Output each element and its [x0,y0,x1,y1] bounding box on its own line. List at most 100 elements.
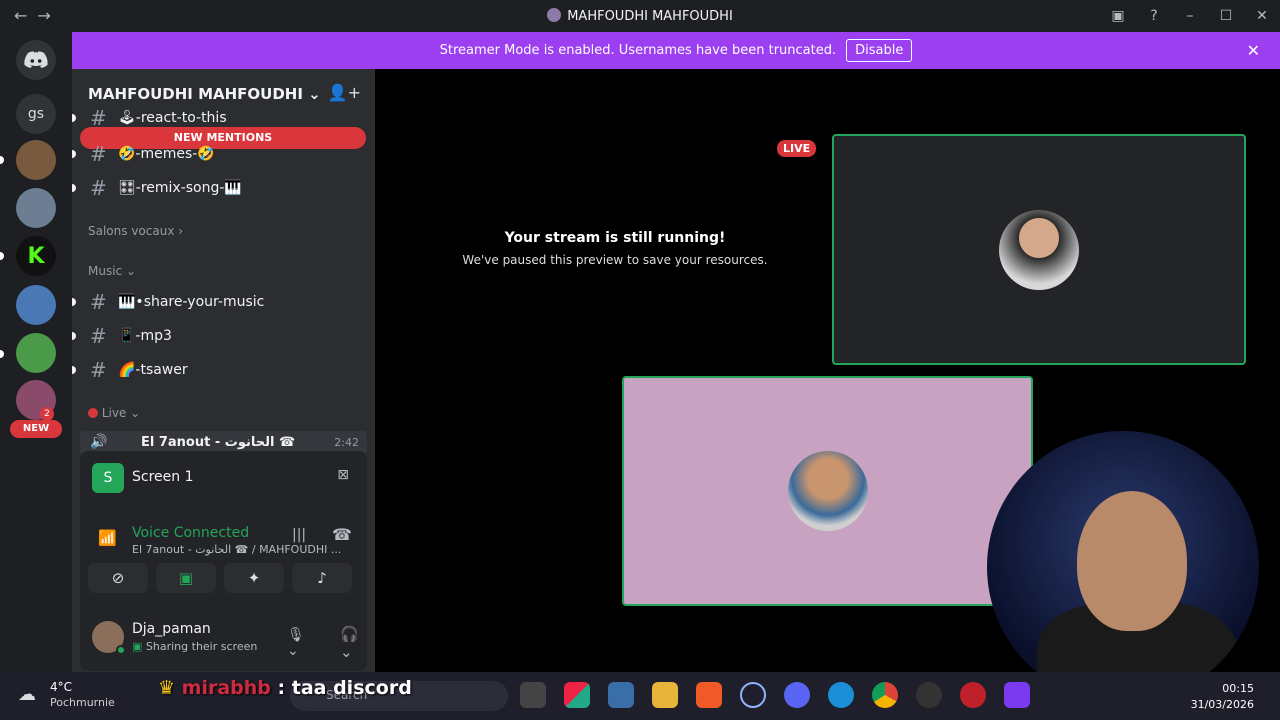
edge-icon[interactable] [828,682,854,708]
minimize-icon[interactable]: – [1172,8,1208,24]
app-red-icon[interactable] [960,682,986,708]
unread-dot [72,114,76,122]
live-badge: LIVE [777,140,817,157]
hash-icon: # [90,324,107,348]
unread-dot [72,150,76,158]
app-icon[interactable] [564,682,590,708]
server-name-header[interactable]: MAHFOUDHI MAHFOUDHI ⌄ [88,85,321,103]
server-kick[interactable]: K [16,236,56,276]
activities-icon: ✦ [247,569,261,587]
bitwarden-icon[interactable] [1004,682,1030,708]
close-window-icon[interactable]: ✕ [1244,8,1280,24]
maximize-icon[interactable]: ☐ [1208,8,1244,24]
unread-dot [72,184,76,192]
live-dot-icon [88,408,98,418]
task-view-icon[interactable] [520,682,546,708]
disconnect-icon[interactable]: ☎ [332,525,352,544]
channel-memes[interactable]: # 🤣-memes-🤣 [72,139,375,169]
server-avatar-3[interactable] [16,285,56,325]
clock[interactable]: 00:15 31/03/2026 [1191,681,1254,713]
screen-icon: ▣ [132,640,143,653]
camera-off-button[interactable]: ⊘ [88,563,148,593]
hash-icon: # [90,107,107,129]
hash-icon: # [90,176,107,200]
unread-pill [0,252,4,260]
store-icon[interactable] [608,682,634,708]
discord-icon[interactable] [784,682,810,708]
category-music[interactable]: Music ⌄ [88,264,136,278]
voice-panel: S Screen 1 ⊠ 📶 Voice Connected El 7anout… [80,451,413,671]
screen-share-button[interactable]: ▣ [156,563,216,593]
category-salons-vocaux[interactable]: Salons vocaux › [88,224,183,238]
chevron-down-icon: ⌄ [130,406,141,420]
channel-tsawer[interactable]: # 🌈-tsawer [72,355,375,385]
help-icon[interactable]: ? [1136,8,1172,24]
category-live[interactable]: Live ⌄ [88,406,140,420]
speaker-icon: 🔊 [90,434,108,450]
avatar [788,451,868,531]
stream-area: LIVE Your stream is still running! We've… [375,69,1280,703]
brave-icon[interactable] [696,682,722,708]
chrome-icon[interactable] [872,682,898,708]
chevron-down-icon: ⌄ [125,264,137,278]
screen-share-row: S Screen 1 ⊠ [80,461,367,495]
server-avatar-1[interactable] [16,140,56,180]
server-pixel[interactable] [16,333,56,373]
camera-off-icon: ⊘ [111,569,125,587]
signal-icon[interactable]: 📶 [98,529,117,547]
new-pill[interactable]: NEW [10,420,62,438]
channel-mp3[interactable]: # 📱-mp3 [72,321,375,351]
headphones-icon[interactable]: 🎧⌄ [340,625,359,661]
unread-pill [0,350,4,358]
unread-dot [72,298,76,306]
screen-share-active-icon: ▣ [178,569,194,587]
webcam-face [1077,491,1187,631]
participant-tile-2[interactable] [622,376,1033,606]
discord-home-icon[interactable] [16,40,56,80]
server-gs[interactable]: gs [16,94,56,134]
webcam-overlay [987,431,1259,703]
streamer-mode-banner: Streamer Mode is enabled. Usernames have… [72,32,1280,69]
microphone-icon[interactable]: 🎙⌄ [287,627,305,659]
channel-sidebar: MAHFOUDHI MAHFOUDHI ⌄ 👤+ # 🕹-react-to-th… [72,69,413,672]
hash-icon: # [90,142,107,166]
window-controls: ▣ ? – ☐ ✕ [1100,0,1280,32]
notification-badge: 2 [40,407,54,421]
taskbar: ☁ 4°C Pochmurnie Search ♛ mirabhb : taa … [0,672,1280,720]
paused-subtitle: We've paused this preview to save your r… [462,253,768,267]
invite-people-icon[interactable]: 👤+ [328,83,361,102]
participant-tile-1[interactable] [832,134,1246,365]
folder-icon[interactable] [652,682,678,708]
crown-icon: ♛ [158,677,176,699]
unread-dot [72,332,76,340]
channel-share-your-music[interactable]: # 🎹•share-your-music [72,287,375,317]
search-app-icon[interactable] [740,682,766,708]
server-list: gs K 2 NEW [0,32,72,672]
noise-suppression-icon[interactable]: ||| [292,527,306,543]
channel-react-to-this[interactable]: # 🕹-react-to-this [72,107,375,129]
window-title: MAHFOUDHI MAHFOUDHI [0,8,1280,24]
screen-share-icon: S [92,463,124,493]
obs-icon[interactable] [916,682,942,708]
title-bar: ← → MAHFOUDHI MAHFOUDHI ▣ ? – ☐ ✕ [0,0,1280,32]
server-icon [547,8,562,22]
channel-remix-song[interactable]: # 🎛-remix-song-🎹 [72,173,375,203]
server-avatar-2[interactable] [16,188,56,228]
weather-icon[interactable]: ☁ [18,684,36,705]
disable-button[interactable]: Disable [846,39,913,62]
inbox-icon[interactable]: ▣ [1100,8,1136,24]
stop-stream-icon[interactable]: ⊠ [337,467,349,483]
avatar [999,210,1079,290]
unread-dot [72,366,76,374]
close-icon[interactable]: ✕ [1247,41,1260,60]
soundboard-button[interactable]: ♪ [292,563,352,593]
hash-icon: # [90,358,107,382]
soundboard-icon: ♪ [317,569,327,587]
banner-text: Streamer Mode is enabled. Usernames have… [439,43,837,58]
online-status-icon [116,645,126,655]
unread-pill [0,156,4,164]
chevron-down-icon: ⌄ [308,85,321,103]
chat-overlay: ♛ mirabhb : taa discord [158,677,412,699]
paused-title: Your stream is still running! [504,230,726,246]
activities-button[interactable]: ✦ [224,563,284,593]
